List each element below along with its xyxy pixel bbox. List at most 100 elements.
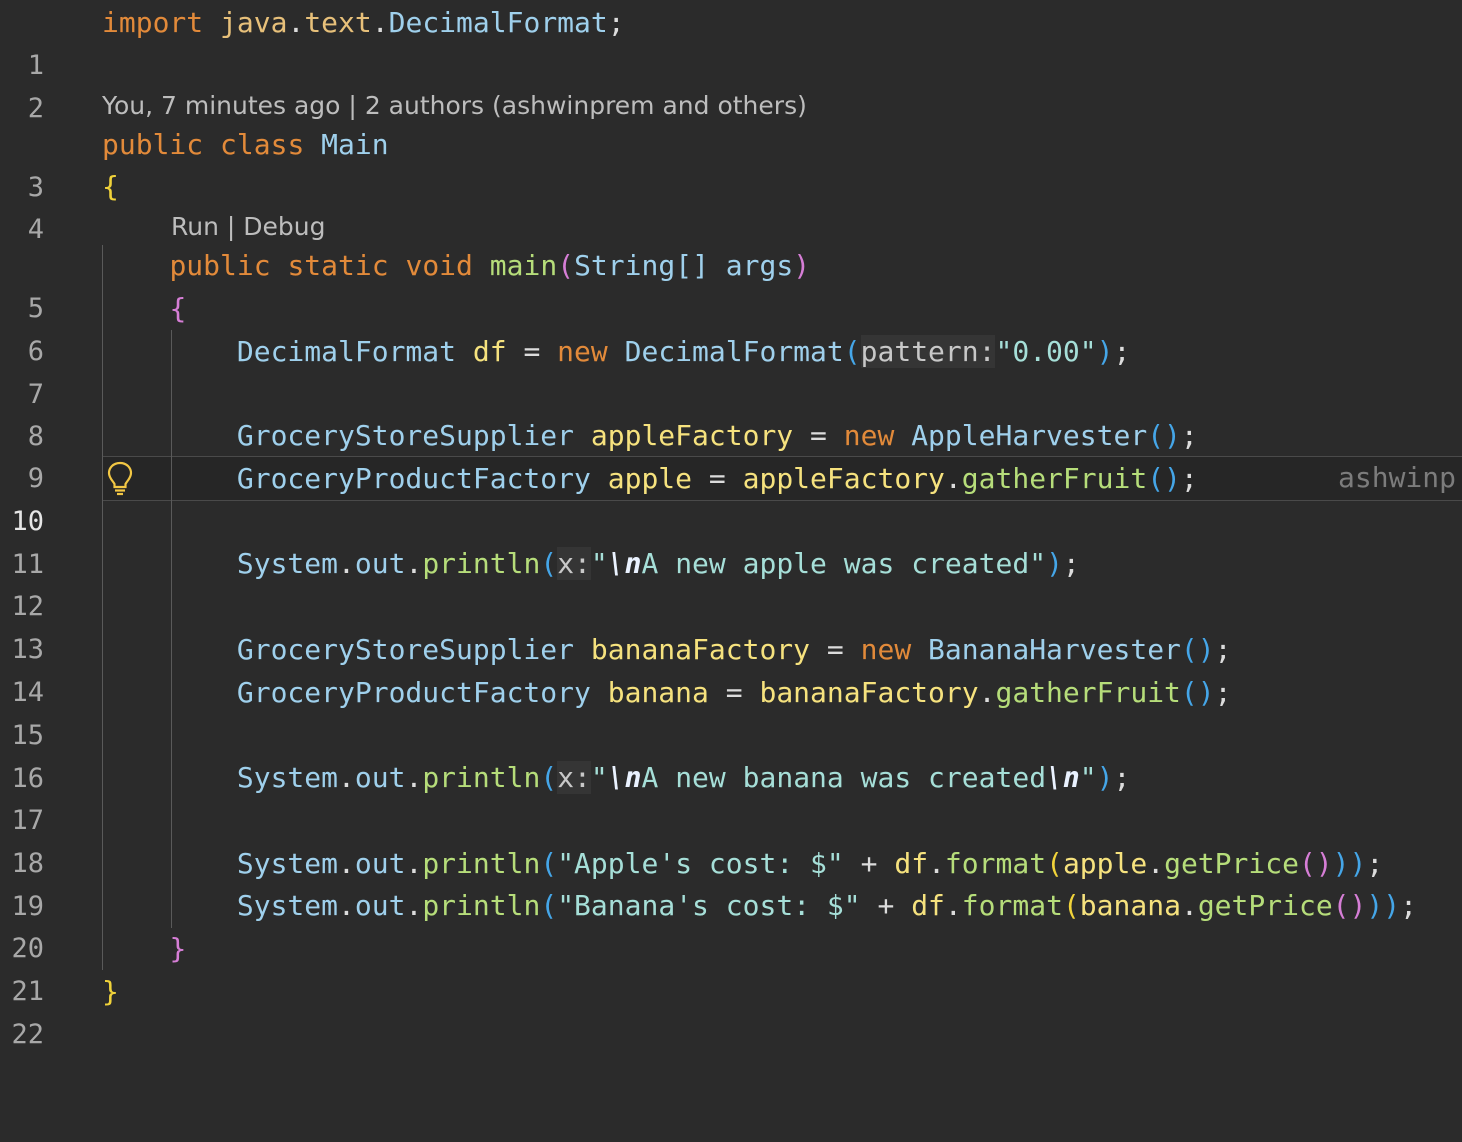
token: = <box>826 633 844 666</box>
token: . <box>338 889 355 922</box>
inlay-hint: x: <box>557 761 591 794</box>
token: AppleHarvester <box>911 419 1148 452</box>
code-line: 6 { <box>0 287 1462 367</box>
token: () <box>1180 676 1215 709</box>
token: = <box>708 462 726 495</box>
token: GroceryStoreSupplier <box>236 419 575 452</box>
token: ( <box>557 249 575 282</box>
token: ( <box>540 761 558 794</box>
token: banana <box>607 676 709 709</box>
debug-link[interactable]: Debug <box>243 212 325 241</box>
code-line: 11 <box>0 500 1462 580</box>
token: public <box>102 128 204 161</box>
code-text: DecimalFormat df = new DecimalFormat(pat… <box>102 330 1130 373</box>
token: gatherFruit <box>995 676 1181 709</box>
token: ; <box>1366 847 1384 880</box>
token: System <box>236 847 339 880</box>
code-text: System.out.println("Banana's cost: $" + … <box>102 884 1417 927</box>
code-line: 22 } <box>0 970 1462 1050</box>
token: println <box>422 761 541 794</box>
token: " <box>590 761 608 794</box>
token: appleFactory <box>590 419 794 452</box>
code-text: public static void main(String[] args) <box>102 244 810 287</box>
token: )) <box>1366 889 1401 922</box>
token: ( <box>1062 889 1080 922</box>
code-line: 15 GroceryProductFactory banana = banana… <box>0 671 1462 751</box>
token: Main <box>321 128 389 161</box>
code-line: 12 System.out.println(x:"\nA new apple w… <box>0 542 1462 622</box>
code-line: 17 System.out.println(x:"\nA new banana … <box>0 756 1462 836</box>
token: . <box>1180 889 1198 922</box>
codelens-blame[interactable]: You, 7 minutes ago | 2 authors (ashwinpr… <box>0 87 1462 125</box>
token: new <box>557 335 608 368</box>
token: out <box>354 761 406 794</box>
code-text: } <box>102 970 119 1013</box>
code-text: GroceryStoreSupplier bananaFactory = new… <box>102 628 1232 671</box>
token: ) <box>1046 547 1063 580</box>
token: A new apple was created" <box>641 547 1047 580</box>
token: args <box>725 249 794 282</box>
token: . <box>928 847 945 880</box>
token: appleFactory <box>742 462 945 495</box>
code-text: System.out.println("Apple's cost: $" + d… <box>102 842 1383 885</box>
code-editor[interactable]: 1 import java.text.DecimalFormat; 2 You,… <box>0 0 1462 1050</box>
token: [] <box>675 249 709 282</box>
code-text: System.out.println(x:"\nA new banana was… <box>102 756 1130 799</box>
code-text: System.out.println(x:"\nA new apple was … <box>102 542 1080 585</box>
token: DecimalFormat <box>236 335 457 368</box>
token: df <box>894 847 929 880</box>
code-line: 4 { <box>0 165 1462 245</box>
token: DecimalFormat <box>624 335 844 368</box>
token: () <box>1332 889 1367 922</box>
token: " <box>1079 761 1097 794</box>
token: ( <box>843 335 861 368</box>
token: ; <box>607 6 625 39</box>
token: gatherFruit <box>961 462 1148 495</box>
token: ; <box>1180 419 1198 452</box>
token: BananaHarvester <box>928 633 1181 666</box>
token: \n <box>1046 761 1080 794</box>
token: println <box>422 889 541 922</box>
token: getPrice <box>1197 889 1333 922</box>
code-line: 1 import java.text.DecimalFormat; <box>0 1 1462 81</box>
token: . <box>405 889 423 922</box>
code-text: { <box>102 165 119 208</box>
token: { <box>169 292 187 325</box>
token: = <box>523 335 541 368</box>
token: ( <box>540 847 558 880</box>
run-link[interactable]: Run <box>171 212 219 241</box>
token: static <box>287 249 389 282</box>
token: + <box>860 847 878 880</box>
codelens-separator: | <box>348 91 357 120</box>
token: () <box>1147 419 1181 452</box>
token: ; <box>1062 547 1080 580</box>
token: . <box>405 547 423 580</box>
token: () <box>1298 847 1333 880</box>
code-text: public class Main <box>102 123 389 166</box>
token: String <box>574 249 676 282</box>
code-text: { <box>102 287 186 330</box>
token: . <box>944 462 962 495</box>
token: . <box>978 676 996 709</box>
token: )) <box>1332 847 1367 880</box>
line-number: 22 <box>11 1019 44 1050</box>
token: ) <box>1096 335 1114 368</box>
code-line: 9 GroceryStoreSupplier appleFactory = ne… <box>0 414 1462 494</box>
token: ( <box>540 889 558 922</box>
codelens-text: You, 7 minutes ago | 2 authors (ashwinpr… <box>102 87 807 125</box>
token: banana <box>1079 889 1181 922</box>
token: import <box>102 6 204 39</box>
token: df <box>472 335 507 368</box>
token: "0.00" <box>995 335 1097 368</box>
code-line: 20 System.out.println("Banana's cost: $"… <box>0 884 1462 964</box>
token: ; <box>1214 676 1232 709</box>
code-text: } <box>102 927 186 970</box>
token: = <box>725 676 743 709</box>
token: ( <box>540 547 558 580</box>
codelens-authors: 2 authors (ashwinprem and others) <box>364 91 807 120</box>
token: \n <box>607 547 642 580</box>
token: System <box>236 761 339 794</box>
token: GroceryStoreSupplier <box>236 633 575 666</box>
token: java <box>220 6 288 39</box>
token: + <box>877 889 895 922</box>
